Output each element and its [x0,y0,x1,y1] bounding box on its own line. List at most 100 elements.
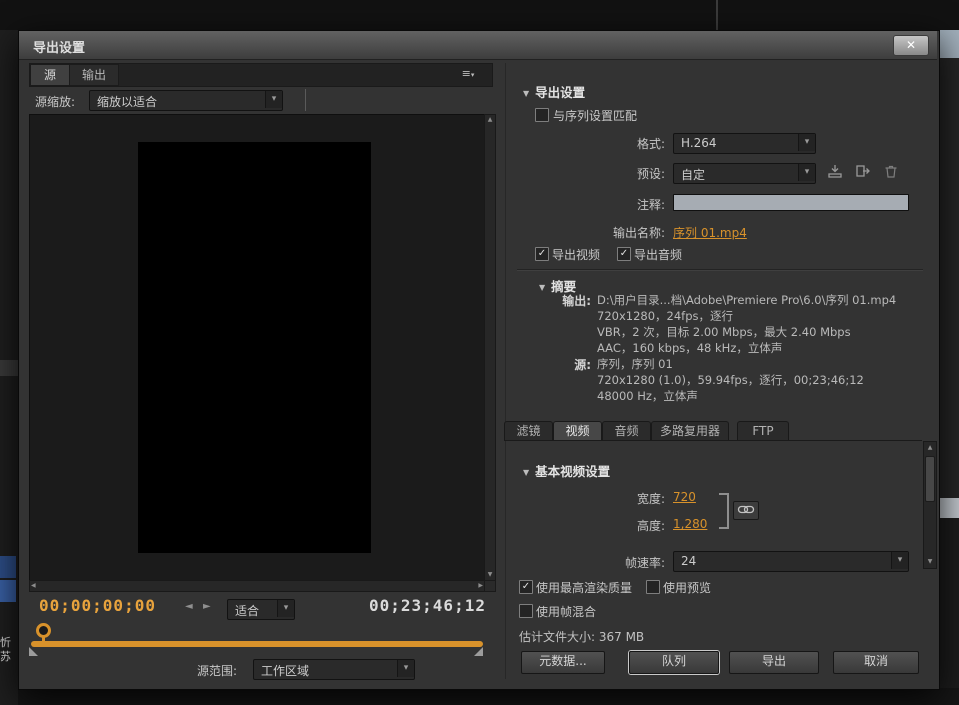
tab-audio[interactable]: 音频 [602,421,651,441]
scrollbar-thumb[interactable] [925,456,935,502]
background-right-column [938,58,959,498]
scroll-left-icon[interactable]: ◀ [31,581,36,590]
background-left-thumbnail [0,556,16,578]
source-scale-dropdown[interactable]: 缩放以适合 ▾ [89,90,283,111]
panel-divider [505,63,506,679]
dimension-link-bracket [719,493,729,529]
output-name-link[interactable]: 序列 01.mp4 [673,224,747,241]
scroll-right-icon[interactable]: ▶ [478,581,483,590]
close-icon: ✕ [906,38,916,52]
background-left-row [0,360,18,376]
framerate-dropdown[interactable]: 24 ▾ [673,551,909,572]
tab-multiplexer[interactable]: 多路复用器 [651,421,729,441]
collapse-triangle-icon: ▼ [523,468,529,477]
collapse-triangle-icon: ▼ [523,89,529,98]
dialog-title: 导出设置 [33,37,85,56]
queue-button[interactable]: 队列 [629,651,719,674]
preview-hscrollbar[interactable]: ◀ ▶ [29,580,485,592]
summary-line: AAC，160 kbps，48 kHz，立体声 [597,340,932,356]
panel-menu-icon[interactable]: ≡▾ [455,66,481,82]
tab-output[interactable]: 输出 [69,64,119,86]
basic-video-settings-title: 基本视频设置 [535,464,610,479]
summary-line: 720x1280 (1.0)，59.94fps，逐行，00;23;46;12 [597,372,932,388]
export-audio-checkbox[interactable]: ✓ [617,247,631,261]
current-timecode[interactable]: 00;00;00;00 [39,596,156,615]
background-left-thumbnail [0,580,16,602]
export-settings-section-header[interactable]: ▼ 导出设置 [523,82,585,101]
metadata-button[interactable]: 元数据... [521,651,605,674]
tab-source[interactable]: 源 [30,64,70,86]
work-area-left-handle[interactable] [29,647,38,656]
match-sequence-label: 与序列设置匹配 [553,107,637,124]
tab-ftp[interactable]: FTP [737,421,789,441]
summary-line: 序列，序列 01 [597,356,932,372]
summary-source-lines: 序列，序列 01 720x1280 (1.0)，59.94fps，逐行，00;2… [597,356,932,404]
scroll-down-icon[interactable]: ▼ [924,557,936,567]
export-video-checkbox[interactable]: ✓ [535,247,549,261]
format-value: H.264 [681,136,717,150]
scroll-down-icon[interactable]: ▼ [485,570,495,580]
export-button[interactable]: 导出 [729,651,819,674]
check-icon: ✓ [522,581,530,592]
dialog-titlebar[interactable]: 导出设置 ✕ [19,31,937,60]
basic-video-settings-header[interactable]: ▼ 基本视频设置 [523,461,610,480]
export-settings-title: 导出设置 [535,85,585,100]
close-button[interactable]: ✕ [893,35,929,56]
export-video-label: 导出视频 [552,246,600,263]
chevron-down-icon: ▾ [471,71,475,79]
tab-filters[interactable]: 滤镜 [504,421,553,441]
estimated-file-size: 估计文件大小: 367 MB [519,628,644,645]
width-value-link[interactable]: 720 [673,490,696,504]
use-previews-checkbox[interactable] [646,580,660,594]
summary-line: D:\用户目录...档\Adobe\Premiere Pro\6.0\序列 01… [597,292,932,308]
playhead-marker[interactable] [36,623,51,638]
settings-scrollbar[interactable]: ▲ ▼ [923,441,937,569]
use-previews-label: 使用预览 [663,579,711,596]
frame-blending-checkbox[interactable] [519,604,533,618]
cancel-button[interactable]: 取消 [833,651,919,674]
format-dropdown[interactable]: H.264 ▾ [673,133,816,154]
background-top-bar [0,0,959,31]
framerate-value: 24 [681,554,696,568]
save-preset-icon[interactable] [827,164,845,180]
summary-output-label: 输出: [519,292,591,309]
tab-video[interactable]: 视频 [553,421,602,441]
scrollbar-corner [484,580,496,592]
duration-timecode: 00;23;46;12 [369,596,486,615]
check-icon: ✓ [620,248,628,259]
summary-source-label: 源: [519,356,591,373]
work-area-right-handle[interactable] [474,647,483,656]
toolbar-separator [305,89,306,111]
background-fragment-text: 忻苏 [0,636,20,664]
max-render-quality-checkbox[interactable]: ✓ [519,580,533,594]
zoom-level-dropdown[interactable]: 适合 ▾ [227,599,295,620]
preset-dropdown[interactable]: 自定 ▾ [673,163,816,184]
chevron-down-icon: ▾ [798,164,815,181]
import-preset-icon[interactable] [855,164,873,180]
scroll-up-icon[interactable]: ▲ [924,443,936,453]
scroll-up-icon[interactable]: ▲ [485,115,495,125]
background-right-light-strip [938,498,959,518]
max-render-quality-label: 使用最高渲染质量 [536,579,632,596]
frame-blending-label: 使用帧混合 [536,603,596,620]
link-dimensions-button[interactable] [733,501,759,520]
work-area-bar[interactable] [31,641,483,647]
width-label: 宽度: [575,490,665,507]
background-divider-line [716,0,718,30]
output-name-label: 输出名称: [559,224,665,241]
source-range-dropdown[interactable]: 工作区域 ▾ [253,659,415,680]
jump-to-in-icon[interactable]: ◄ [185,601,193,612]
comment-input[interactable] [673,194,909,211]
delete-preset-icon[interactable] [883,164,901,180]
chevron-down-icon: ▾ [277,600,294,617]
source-range-value: 工作区域 [261,662,309,679]
tab-baseline [504,440,922,441]
summary-line: 48000 Hz，立体声 [597,388,932,404]
height-value-link[interactable]: 1,280 [673,517,707,531]
match-sequence-checkbox[interactable] [535,108,549,122]
preview-vscrollbar[interactable]: ▲ ▼ [484,114,496,581]
preset-label: 预设: [575,165,665,182]
background-right-lower [938,518,959,705]
summary-output-lines: D:\用户目录...档\Adobe\Premiere Pro\6.0\序列 01… [597,292,932,356]
jump-to-out-icon[interactable]: ► [203,601,211,612]
